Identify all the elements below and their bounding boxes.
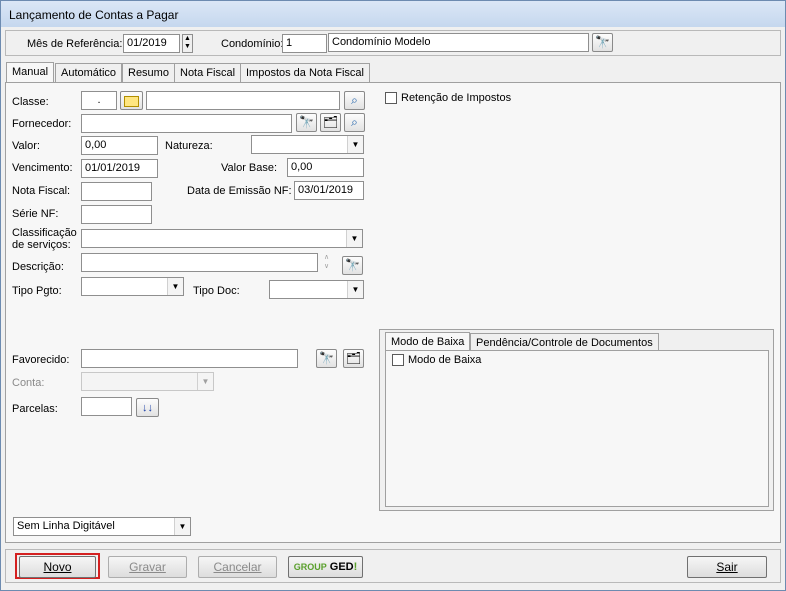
tipo-doc-label: Tipo Doc: (193, 285, 240, 297)
mes-spinner[interactable]: ▲ ▼ (182, 34, 193, 53)
serie-nf-field[interactable] (81, 205, 152, 224)
fornecedor-field[interactable] (81, 114, 292, 133)
binoculars-icon: 🔭 (299, 115, 314, 129)
classificacao-label-line2: de serviços: (12, 239, 71, 251)
descricao-field[interactable] (81, 253, 318, 272)
spin-down-icon[interactable]: ▼ (183, 43, 192, 51)
modo-de-baixa-panel (385, 350, 769, 507)
chevron-down-icon[interactable]: ▼ (174, 518, 190, 535)
favorecido-label: Favorecido: (12, 354, 70, 366)
valor-base-label: Valor Base: (221, 162, 278, 174)
parcelas-field[interactable] (81, 397, 132, 416)
classe-label: Classe: (12, 96, 49, 108)
ged-logo-bang: ! (353, 561, 358, 573)
condominio-label: Condomínio: (221, 38, 284, 50)
data-emissao-label: Data de Emissão NF: (187, 185, 292, 197)
modo-de-baixa-checkbox[interactable] (392, 354, 404, 366)
title-bar: Lançamento de Contas a Pagar (1, 1, 785, 27)
descricao-scroll[interactable]: ∧ ∨ (321, 253, 332, 272)
novo-button[interactable]: Novo (19, 556, 96, 578)
chevron-up-icon[interactable]: ∧ (321, 253, 332, 262)
ged-logo-ged: GED (329, 561, 354, 573)
chevron-down-icon[interactable]: ▼ (346, 230, 362, 247)
favorecido-field[interactable] (81, 349, 298, 368)
spin-up-icon[interactable]: ▲ (183, 35, 192, 43)
gravar-button[interactable]: Gravar (108, 556, 187, 578)
tab-automatico[interactable]: Automático (55, 63, 123, 82)
chevron-down-icon[interactable]: ∨ (321, 262, 332, 271)
mes-referencia-field[interactable]: 01/2019 (123, 34, 180, 53)
condominio-code-field[interactable]: 1 (282, 34, 327, 53)
fornecedor-register-button[interactable]: 🗂 (320, 113, 341, 132)
natureza-label: Natureza: (165, 140, 213, 152)
parcelas-label: Parcelas: (12, 403, 58, 415)
descricao-search-button[interactable]: 🔭 (342, 256, 363, 275)
register-form-icon: 🗂 (345, 351, 362, 365)
tab-manual[interactable]: Manual (6, 62, 55, 83)
descricao-label: Descrição: (12, 261, 64, 273)
chevron-down-icon[interactable]: ▼ (347, 136, 363, 153)
fornecedor-label: Fornecedor: (12, 118, 72, 130)
tab-nota-fiscal[interactable]: Nota Fiscal (174, 63, 242, 82)
conta-label: Conta: (12, 377, 45, 389)
parcelas-expand-button[interactable]: ↓↓ (136, 398, 159, 417)
modo-de-baixa-label: Modo de Baixa (408, 354, 482, 366)
favorecido-register-button[interactable]: 🗂 (343, 349, 364, 368)
valor-base-field[interactable]: 0,00 (287, 158, 364, 177)
valor-label: Valor: (12, 140, 40, 152)
natureza-select[interactable]: ▼ (251, 135, 364, 154)
cancelar-button[interactable]: Cancelar (198, 556, 277, 578)
chevron-down-icon[interactable]: ▼ (167, 278, 183, 295)
data-emissao-field[interactable]: 03/01/2019 (294, 181, 364, 200)
sair-button[interactable]: Sair (687, 556, 767, 578)
vencimento-field[interactable]: 01/01/2019 (81, 159, 158, 178)
chevron-down-icon[interactable]: ▼ (347, 281, 363, 298)
tab-resumo[interactable]: Resumo (122, 63, 175, 82)
window-title: Lançamento de Contas a Pagar (9, 8, 179, 22)
group-ged-button[interactable]: GROUP GED! (288, 556, 363, 578)
binoculars-icon: 🔭 (345, 258, 360, 272)
magnifier-icon: ⌕ (351, 115, 358, 129)
nota-fiscal-field[interactable] (81, 182, 152, 201)
retencao-checkbox[interactable] (385, 92, 397, 104)
register-form-icon: 🗂 (322, 115, 339, 129)
fornecedor-lookup-button[interactable]: ⌕ (344, 113, 365, 132)
favorecido-search-button[interactable]: 🔭 (316, 349, 337, 368)
magnifier-icon: ⌕ (351, 93, 358, 107)
fornecedor-search-button[interactable]: 🔭 (296, 113, 317, 132)
binoculars-icon: 🔭 (319, 351, 334, 365)
search-condominio-button[interactable]: 🔭 (592, 33, 613, 52)
classe-folder-button[interactable] (120, 91, 143, 110)
classificacao-label-line1: Classificação (12, 227, 77, 239)
retencao-label: Retenção de Impostos (401, 92, 512, 104)
main-window: Lançamento de Contas a Pagar Mês de Refe… (0, 0, 786, 591)
tipo-pgto-select[interactable]: ▼ (81, 277, 184, 296)
ged-logo-group: GROUP (293, 562, 327, 572)
tipo-pgto-label: Tipo Pgto: (12, 285, 62, 297)
folder-icon (124, 96, 139, 107)
serie-nf-label: Série NF: (12, 208, 59, 220)
vencimento-label: Vencimento: (12, 162, 73, 174)
nota-fiscal-label: Nota Fiscal: (12, 185, 71, 197)
binoculars-icon: 🔭 (595, 35, 610, 49)
classe-description-field[interactable] (146, 91, 340, 110)
mes-referencia-label: Mês de Referência: (27, 38, 123, 50)
chevron-down-icon[interactable]: ▼ (197, 373, 213, 390)
classe-search-button[interactable]: ⌕ (344, 91, 365, 110)
condominio-name-field[interactable]: Condomínio Modelo (328, 33, 589, 52)
tab-impostos-nota-fiscal[interactable]: Impostos da Nota Fiscal (240, 63, 370, 82)
double-arrow-down-icon: ↓↓ (142, 402, 153, 414)
classificacao-select[interactable]: ▼ (81, 229, 363, 248)
tipo-doc-select[interactable]: ▼ (269, 280, 364, 299)
conta-select[interactable]: ▼ (81, 372, 214, 391)
valor-field[interactable]: 0,00 (81, 136, 158, 155)
classe-code-field[interactable]: . (81, 91, 117, 110)
linha-digitavel-select[interactable]: Sem Linha Digitável ▼ (13, 517, 191, 536)
